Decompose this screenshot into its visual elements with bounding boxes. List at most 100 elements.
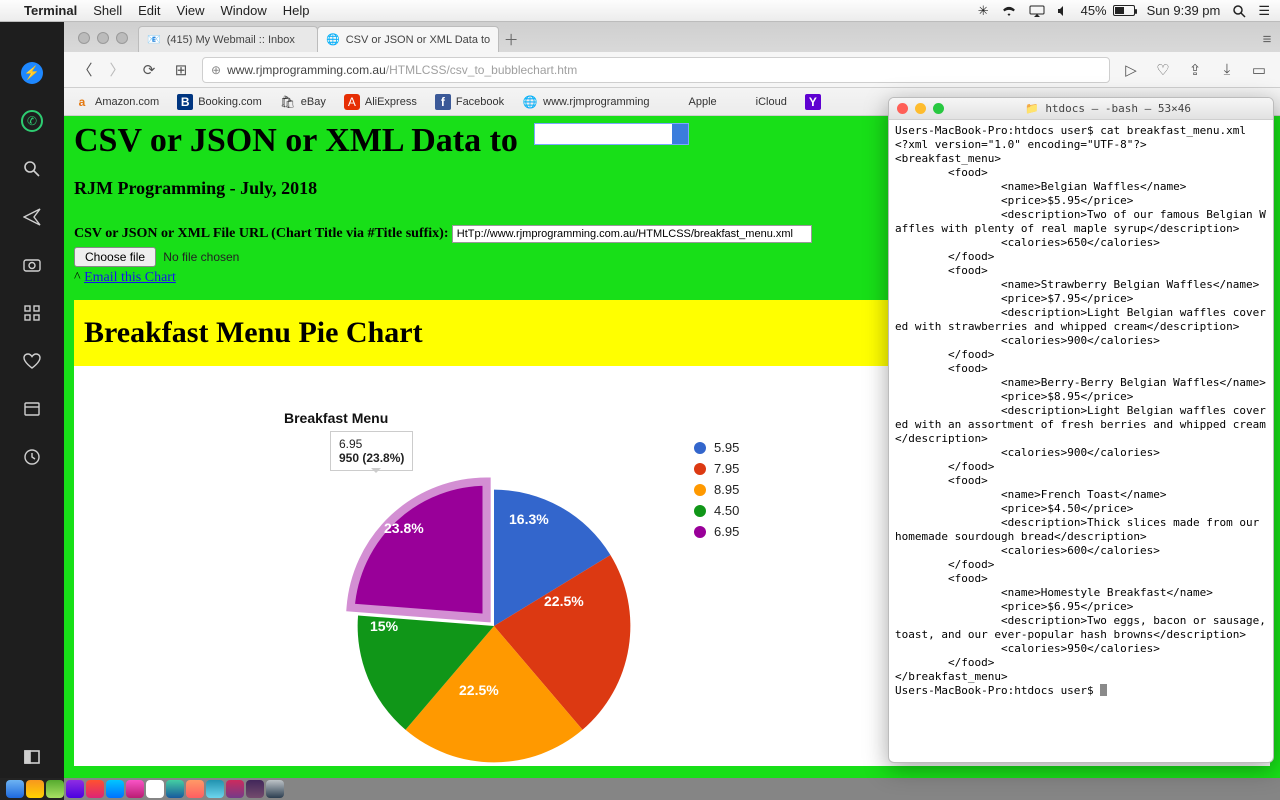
bookmark-item[interactable]: Apple <box>668 94 717 110</box>
send-icon[interactable] <box>21 206 43 228</box>
nav-forward-button[interactable]: 〉 <box>106 59 128 81</box>
browser-toolbar: 〈 〉 ⟳ ⊞ ⊕ www.rjmprogramming.com.au/HTML… <box>64 52 1280 88</box>
address-bar[interactable]: ⊕ www.rjmprogramming.com.au/HTMLCSS/csv_… <box>202 57 1110 83</box>
dock-app-icon[interactable] <box>26 780 44 798</box>
apps-grid-icon[interactable] <box>21 302 43 324</box>
bookmark-label: Facebook <box>456 96 504 108</box>
legend-item[interactable]: 5.95 <box>694 440 739 455</box>
dock-app-icon[interactable] <box>86 780 104 798</box>
share-icon[interactable]: ⇪ <box>1184 59 1206 81</box>
choose-file-button[interactable]: Choose file <box>74 247 156 267</box>
window-zoom-icon[interactable] <box>933 103 944 114</box>
window-minimize-icon[interactable] <box>915 103 926 114</box>
volume-icon[interactable] <box>1057 5 1069 17</box>
dock-app-icon[interactable] <box>266 780 284 798</box>
legend-item[interactable]: 7.95 <box>694 461 739 476</box>
airplay-icon[interactable] <box>1029 5 1045 17</box>
dock-app-icon[interactable] <box>106 780 124 798</box>
chart-title-text: Breakfast Menu <box>284 410 388 426</box>
dock-app-icon[interactable] <box>186 780 204 798</box>
dock-app-icon[interactable] <box>6 780 24 798</box>
dock-app-icon[interactable] <box>246 780 264 798</box>
window-minimize-icon[interactable] <box>97 32 109 44</box>
menu-view[interactable]: View <box>177 3 205 18</box>
messenger-icon[interactable]: ⚡ <box>21 62 43 84</box>
top-sites-button[interactable]: ⊞ <box>170 59 192 81</box>
new-tab-button[interactable]: ＋ <box>498 26 524 52</box>
collapse-icon[interactable] <box>21 746 43 768</box>
clock[interactable]: Sun 9:39 pm <box>1147 3 1221 18</box>
camera-icon[interactable] <box>21 254 43 276</box>
bookmark-item[interactable]: BBooking.com <box>177 94 262 110</box>
bookmark-item[interactable]: iCloud <box>735 94 787 110</box>
terminal-titlebar[interactable]: 📁 htdocs — -bash — 53×46 <box>889 98 1273 120</box>
legend-swatch <box>694 463 706 475</box>
app-menu[interactable]: Terminal <box>24 3 77 18</box>
bookmark-item[interactable]: AAliExpress <box>344 94 417 110</box>
heart-icon[interactable] <box>21 350 43 372</box>
menu-window[interactable]: Window <box>221 3 267 18</box>
browser-tab[interactable]: 🌐 CSV or JSON or XML Data to <box>317 26 499 52</box>
menu-help[interactable]: Help <box>283 3 310 18</box>
wifi-icon[interactable] <box>1001 5 1017 17</box>
pie-slice[interactable] <box>351 482 487 618</box>
tabs-icon[interactable]: ▭ <box>1248 59 1270 81</box>
bookmark-label: Apple <box>689 96 717 108</box>
dock-app-icon[interactable] <box>126 780 144 798</box>
bookmark-item[interactable]: fFacebook <box>435 94 504 110</box>
bookmark-item[interactable]: Y <box>805 94 821 110</box>
apple-icon <box>668 94 684 110</box>
menu-edit[interactable]: Edit <box>138 3 160 18</box>
macos-menubar: Terminal Shell Edit View Window Help ✳ 4… <box>0 0 1280 22</box>
menu-shell[interactable]: Shell <box>93 3 122 18</box>
bookmark-item[interactable]: 🛍eBay <box>280 94 326 110</box>
file-url-input[interactable] <box>452 225 812 243</box>
legend-label: 5.95 <box>714 440 739 455</box>
email-prefix: ^ <box>74 270 84 285</box>
slice-pct-label: 15% <box>370 618 398 634</box>
bookmark-item[interactable]: 🌐www.rjmprogramming <box>522 94 649 110</box>
email-chart-link[interactable]: Email this Chart <box>84 270 176 285</box>
history-icon[interactable] <box>21 446 43 468</box>
chart-legend: 5.95 7.95 8.95 4.50 6.95 <box>694 440 739 545</box>
legend-label: 6.95 <box>714 524 739 539</box>
battery-status[interactable]: 45% <box>1081 3 1135 18</box>
terminal-output[interactable]: Users-MacBook-Pro:htdocs user$ cat break… <box>889 120 1273 702</box>
window-close-icon[interactable] <box>78 32 90 44</box>
file-url-label: CSV or JSON or XML File URL (Chart Title… <box>74 226 449 241</box>
bookmark-item[interactable]: aAmazon.com <box>74 94 159 110</box>
status-icon[interactable]: ✳ <box>978 3 989 19</box>
downloads-icon[interactable]: ⤓ <box>1216 59 1238 81</box>
library-icon[interactable] <box>21 398 43 420</box>
dock-app-icon[interactable] <box>66 780 84 798</box>
dock-app-icon[interactable] <box>226 780 244 798</box>
favorite-icon[interactable]: ♡ <box>1152 59 1174 81</box>
menu-extras-icon[interactable]: ☰ <box>1258 3 1270 19</box>
slice-pct-label: 16.3% <box>509 511 549 527</box>
whatsapp-icon[interactable]: ✆ <box>21 110 43 132</box>
site-info-icon[interactable]: ⊕ <box>211 63 221 77</box>
chart-type-select[interactable] <box>534 123 689 145</box>
dock-app-icon[interactable] <box>166 780 184 798</box>
dock-app-icon[interactable] <box>46 780 64 798</box>
tab-overflow-icon[interactable]: ≡ <box>1254 26 1280 52</box>
legend-item[interactable]: 8.95 <box>694 482 739 497</box>
browser-tab[interactable]: 📧 (415) My Webmail :: Inbox <box>138 26 318 52</box>
yahoo-icon: Y <box>805 94 821 110</box>
dock-app-icon[interactable] <box>206 780 224 798</box>
legend-item[interactable]: 6.95 <box>694 524 739 539</box>
nav-back-button[interactable]: 〈 <box>74 59 96 81</box>
window-zoom-icon[interactable] <box>116 32 128 44</box>
reload-button[interactable]: ⟳ <box>138 59 160 81</box>
send-page-icon[interactable]: ▷ <box>1120 59 1142 81</box>
search-icon[interactable] <box>21 158 43 180</box>
window-close-icon[interactable] <box>897 103 908 114</box>
terminal-cursor <box>1100 684 1107 696</box>
dock-app-icon[interactable] <box>146 780 164 798</box>
legend-swatch <box>694 526 706 538</box>
macos-dock[interactable] <box>0 778 1280 800</box>
tab-strip: 📧 (415) My Webmail :: Inbox 🌐 CSV or JSO… <box>64 22 1280 52</box>
spotlight-icon[interactable] <box>1232 4 1246 18</box>
legend-item[interactable]: 4.50 <box>694 503 739 518</box>
terminal-window[interactable]: 📁 htdocs — -bash — 53×46 Users-MacBook-P… <box>888 97 1274 763</box>
